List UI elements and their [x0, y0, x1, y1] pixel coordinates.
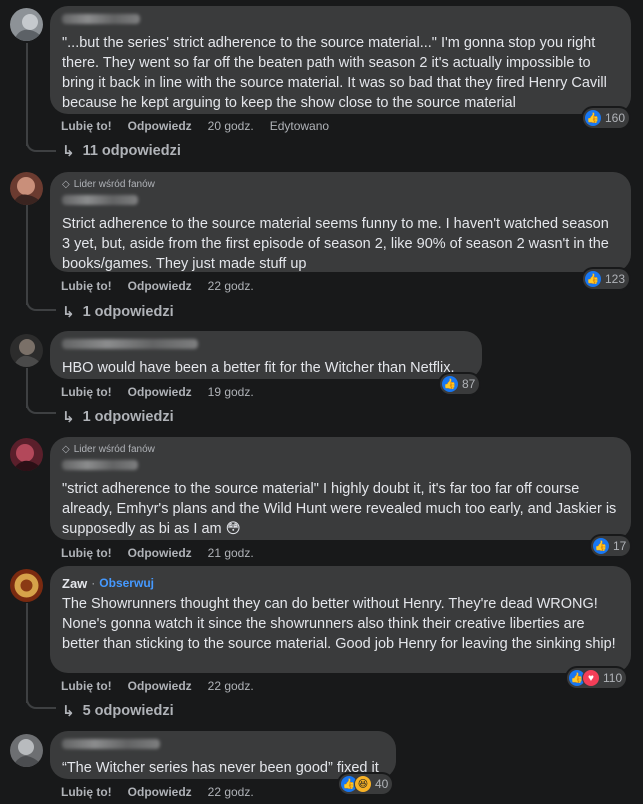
author-name-redacted[interactable]: [62, 739, 160, 749]
reply-button[interactable]: Odpowiedz: [128, 546, 192, 560]
like-button[interactable]: Lubię to!: [61, 546, 112, 560]
avatar[interactable]: [10, 172, 43, 205]
like-button[interactable]: Lubię to!: [61, 785, 112, 799]
comment-text: HBO would have been a better fit for the…: [62, 360, 455, 376]
reply-button[interactable]: Odpowiedz: [128, 279, 192, 293]
timestamp[interactable]: 22 godz.: [208, 279, 254, 293]
heart-icon: ♥: [583, 670, 599, 686]
diamond-icon: ◇: [62, 179, 70, 190]
view-replies-link[interactable]: ↳ 1 odpowiedzi: [62, 303, 174, 321]
like-button[interactable]: Lubię to!: [61, 119, 112, 133]
comment-bubble: ◇ Lider wśród fanów "strict adherence to…: [50, 437, 631, 540]
comment-actions: Lubię to! Odpowiedz 22 godz.: [61, 679, 254, 693]
reaction-summary[interactable]: 👍 160: [583, 108, 630, 128]
reply-button[interactable]: Odpowiedz: [128, 119, 192, 133]
comment-actions: Lubię to! Odpowiedz 20 godz. Edytowano: [61, 119, 329, 133]
comment-actions: Lubię to! Odpowiedz 22 godz.: [61, 785, 254, 799]
author-name-redacted[interactable]: [62, 460, 138, 470]
timestamp[interactable]: 22 godz.: [208, 785, 254, 799]
comment-actions: Lubię to! Odpowiedz 19 godz.: [61, 385, 254, 399]
reply-arrow-icon: ↳: [62, 703, 75, 720]
fan-badge: ◇ Lider wśród fanów: [62, 443, 619, 456]
comment-bubble: "...but the series' strict adherence to …: [50, 6, 631, 114]
like-icon: 👍: [585, 271, 601, 287]
thread-hook: [26, 136, 56, 152]
author-name-redacted[interactable]: [62, 195, 138, 205]
thread-line: [26, 603, 28, 703]
timestamp[interactable]: 21 godz.: [208, 546, 254, 560]
diamond-icon: ◇: [62, 444, 70, 455]
reply-arrow-icon: ↳: [62, 304, 75, 321]
haha-icon: 😆: [355, 776, 371, 792]
timestamp[interactable]: 22 godz.: [208, 679, 254, 693]
comment-text: "strict adherence to the source material…: [62, 481, 617, 537]
like-icon: 👍: [585, 110, 601, 126]
reaction-summary[interactable]: 👍 😆 40: [339, 774, 393, 794]
comment-bubble: HBO would have been a better fit for the…: [50, 331, 482, 379]
thread-hook: [26, 398, 56, 414]
reaction-count: 123: [605, 272, 626, 286]
thread-hook: [26, 295, 56, 311]
reply-button[interactable]: Odpowiedz: [128, 785, 192, 799]
reaction-count: 110: [603, 671, 623, 685]
reply-button[interactable]: Odpowiedz: [128, 385, 192, 399]
comment-bubble: Zaw · Obserwuj The Showrunners thought t…: [50, 566, 631, 673]
comment-text: “The Witcher series has never been good”…: [62, 760, 379, 776]
edited-label: Edytowano: [269, 119, 330, 133]
like-button[interactable]: Lubię to!: [61, 385, 112, 399]
avatar[interactable]: [10, 438, 43, 471]
replies-count: 1 odpowiedzi: [82, 409, 174, 425]
timestamp[interactable]: 20 godz.: [208, 119, 254, 133]
thread-line: [26, 205, 28, 305]
comment-actions: Lubię to! Odpowiedz 22 godz.: [61, 279, 254, 293]
thread-hook: [26, 693, 56, 709]
like-button[interactable]: Lubię to!: [61, 279, 112, 293]
thread-line: [26, 43, 28, 146]
avatar[interactable]: [10, 334, 43, 367]
follow-button[interactable]: Obserwuj: [99, 576, 154, 590]
comment-text: The Showrunners thought they can do bett…: [62, 596, 616, 652]
avatar[interactable]: [10, 569, 43, 602]
view-replies-link[interactable]: ↳ 5 odpowiedzi: [62, 702, 174, 720]
avatar[interactable]: [10, 8, 43, 41]
reply-button[interactable]: Odpowiedz: [128, 679, 192, 693]
comment-bubble: “The Witcher series has never been good”…: [50, 731, 396, 779]
timestamp[interactable]: 19 godz.: [208, 385, 254, 399]
author-name-redacted[interactable]: [62, 339, 198, 349]
comment-text: "...but the series' strict adherence to …: [62, 35, 607, 111]
author-name-redacted[interactable]: [62, 14, 140, 24]
like-icon: 👍: [593, 538, 609, 554]
like-icon: 👍: [442, 376, 458, 392]
author-name[interactable]: Zaw: [62, 576, 87, 591]
reaction-count: 160: [605, 111, 626, 125]
fan-badge: ◇ Lider wśród fanów: [62, 178, 619, 191]
view-replies-link[interactable]: ↳ 1 odpowiedzi: [62, 408, 174, 426]
replies-count: 5 odpowiedzi: [82, 703, 174, 719]
replies-count: 11 odpowiedzi: [82, 143, 181, 159]
fan-badge-label: Lider wśród fanów: [73, 179, 155, 190]
reaction-count: 40: [375, 777, 389, 791]
reaction-summary[interactable]: 👍 ♥ 110: [567, 668, 627, 688]
fan-badge-label: Lider wśród fanów: [73, 444, 155, 455]
reaction-count: 17: [613, 539, 627, 553]
reply-arrow-icon: ↳: [62, 409, 75, 426]
comment-actions: Lubię to! Odpowiedz 21 godz.: [61, 546, 254, 560]
comment-text: Strict adherence to the source material …: [62, 216, 609, 272]
replies-count: 1 odpowiedzi: [82, 304, 174, 320]
comment-bubble: ◇ Lider wśród fanów Strict adherence to …: [50, 172, 631, 272]
separator-dot: ·: [91, 576, 96, 590]
reply-arrow-icon: ↳: [62, 143, 75, 160]
view-replies-link[interactable]: ↳ 11 odpowiedzi: [62, 142, 181, 160]
reaction-summary[interactable]: 👍 17: [591, 536, 631, 556]
reaction-summary[interactable]: 👍 87: [440, 374, 480, 394]
reaction-count: 87: [462, 377, 476, 391]
like-button[interactable]: Lubię to!: [61, 679, 112, 693]
avatar[interactable]: [10, 734, 43, 767]
reaction-summary[interactable]: 👍 123: [583, 269, 630, 289]
